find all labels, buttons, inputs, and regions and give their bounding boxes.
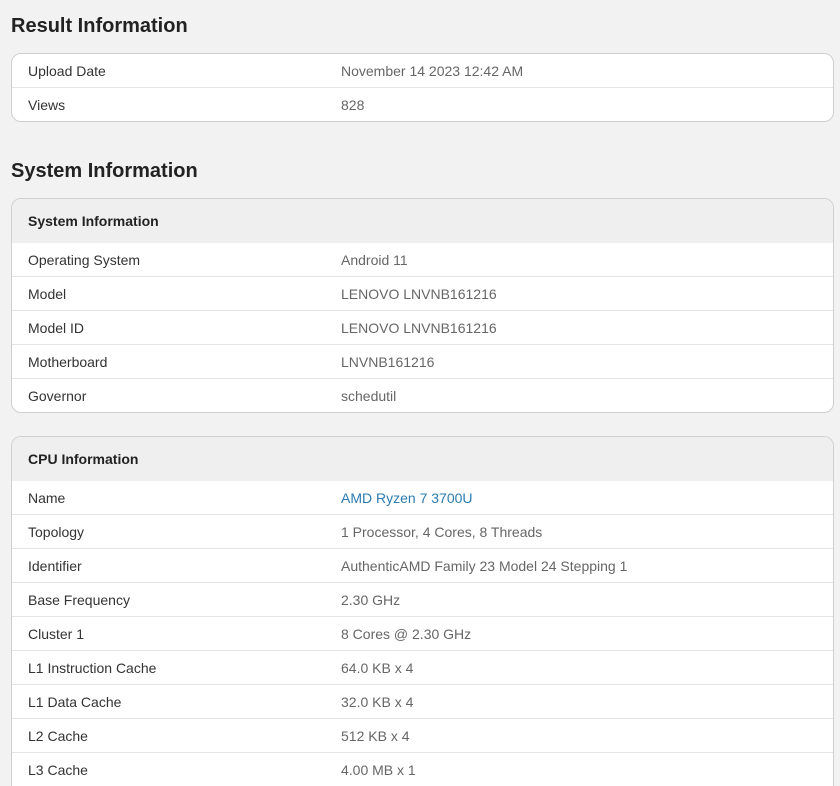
row-label: Views: [28, 96, 66, 113]
row-value: 828: [341, 96, 365, 113]
table-row: L2 Cache 512 KB x 4: [12, 718, 833, 752]
table-row: Views 828: [12, 87, 833, 121]
table-row: Topology 1 Processor, 4 Cores, 8 Threads: [12, 514, 833, 548]
table-row: Identifier AuthenticAMD Family 23 Model …: [12, 548, 833, 582]
table-row: Base Frequency 2.30 GHz: [12, 582, 833, 616]
table-row: Upload Date November 14 2023 12:42 AM: [12, 54, 833, 87]
row-label: Governor: [28, 387, 87, 404]
table-row: Model LENOVO LNVNB161216: [12, 276, 833, 310]
row-value: LNVNB161216: [341, 353, 435, 370]
result-information-card: Upload Date November 14 2023 12:42 AM Vi…: [11, 53, 834, 122]
row-value: LENOVO LNVNB161216: [341, 285, 497, 302]
row-label: L3 Cache: [28, 761, 88, 778]
row-label: Identifier: [28, 557, 82, 574]
row-label: Model ID: [28, 319, 85, 336]
table-row: Governor schedutil: [12, 378, 833, 412]
row-value: 1 Processor, 4 Cores, 8 Threads: [341, 523, 543, 540]
table-row: L1 Instruction Cache 64.0 KB x 4: [12, 650, 833, 684]
row-label: L2 Cache: [28, 727, 88, 744]
row-value: 2.30 GHz: [341, 591, 401, 608]
table-row: Operating System Android 11: [12, 243, 833, 276]
row-value: 512 KB x 4: [341, 727, 410, 744]
row-value: 64.0 KB x 4: [341, 659, 414, 676]
table-row: L3 Cache 4.00 MB x 1: [12, 752, 833, 786]
system-information-heading: System Information: [11, 160, 198, 182]
row-label: L1 Data Cache: [28, 693, 122, 710]
row-label: Topology: [28, 523, 85, 540]
card-title: System Information: [12, 199, 833, 243]
row-value: November 14 2023 12:42 AM: [341, 62, 524, 79]
row-label: Name: [28, 489, 66, 506]
card-title: CPU Information: [12, 437, 833, 481]
cpu-name-link[interactable]: AMD Ryzen 7 3700U: [341, 490, 473, 506]
row-value: 8 Cores @ 2.30 GHz: [341, 625, 472, 642]
row-label: Base Frequency: [28, 591, 130, 608]
row-value: LENOVO LNVNB161216: [341, 319, 497, 336]
page: Result Information Upload Date November …: [0, 0, 840, 786]
row-label: Model: [28, 285, 67, 302]
row-value: AuthenticAMD Family 23 Model 24 Stepping…: [341, 557, 628, 574]
result-information-heading: Result Information: [11, 15, 188, 37]
cpu-information-card: CPU Information Name AMD Ryzen 7 3700U T…: [11, 436, 834, 786]
row-label: Cluster 1: [28, 625, 85, 642]
row-value: schedutil: [341, 387, 397, 404]
row-label: Operating System: [28, 251, 141, 268]
table-row: Name AMD Ryzen 7 3700U: [12, 481, 833, 514]
system-information-card: System Information Operating System Andr…: [11, 198, 834, 413]
table-row: Motherboard LNVNB161216: [12, 344, 833, 378]
table-row: Model ID LENOVO LNVNB161216: [12, 310, 833, 344]
row-value: 4.00 MB x 1: [341, 761, 416, 778]
row-label: Upload Date: [28, 62, 106, 79]
row-value: Android 11: [341, 251, 408, 268]
row-label: L1 Instruction Cache: [28, 659, 157, 676]
table-row: Cluster 1 8 Cores @ 2.30 GHz: [12, 616, 833, 650]
row-label: Motherboard: [28, 353, 108, 370]
row-value: 32.0 KB x 4: [341, 693, 414, 710]
table-row: L1 Data Cache 32.0 KB x 4: [12, 684, 833, 718]
